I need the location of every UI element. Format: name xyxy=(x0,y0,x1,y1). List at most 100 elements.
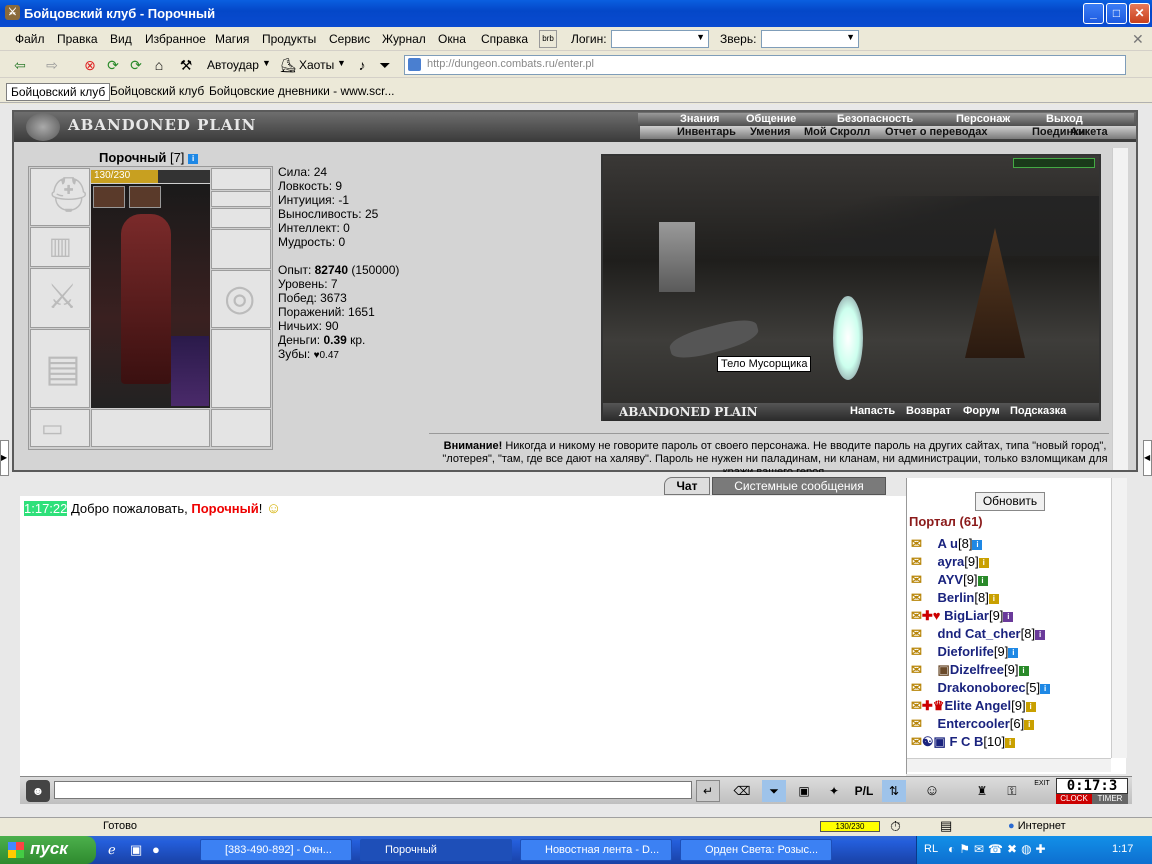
sound-icon[interactable]: ♪ xyxy=(352,55,372,75)
task-order[interactable]: Орден Света: Розыс... xyxy=(680,839,832,861)
tab-chat[interactable]: Чат xyxy=(664,477,710,495)
info-icon[interactable]: i xyxy=(972,539,983,550)
leggings-slot[interactable] xyxy=(211,329,271,408)
helmet-slot[interactable]: ⛑ xyxy=(30,168,90,226)
filter-icon[interactable]: ⏷ xyxy=(762,780,786,802)
autostrike-button[interactable]: Автоудар xyxy=(207,58,259,72)
info-icon[interactable]: i xyxy=(978,557,989,568)
hint-link[interactable]: Подсказка xyxy=(1010,405,1066,417)
weapon-slot[interactable]: ⚔ xyxy=(30,268,90,328)
pet-icon[interactable] xyxy=(171,336,209,406)
whisper-icon[interactable]: ✉ xyxy=(911,716,922,731)
refresh-all-icon[interactable]: ⟳ xyxy=(126,55,146,75)
task-game[interactable]: Порочный xyxy=(360,839,512,861)
link-diaries[interactable]: Бойцовские дневники - www.scr... xyxy=(205,83,399,101)
bag-icon[interactable]: ♜ xyxy=(970,780,994,802)
info-icon[interactable]: i xyxy=(188,153,199,164)
menu-journal[interactable]: Журнал xyxy=(382,32,426,46)
stop-icon[interactable]: ⊗ xyxy=(80,55,100,75)
close-button[interactable]: ✕ xyxy=(1129,3,1150,24)
quicklaunch-desktop-icon[interactable]: ▣ xyxy=(130,842,142,858)
eraser-icon[interactable]: ⌫ xyxy=(730,780,754,802)
brb-icon[interactable]: brb xyxy=(539,30,557,48)
login-select[interactable]: ▼ xyxy=(611,30,709,48)
clan-icon[interactable]: ✚♥ xyxy=(922,608,941,623)
whisper-icon[interactable]: ✉ xyxy=(911,608,922,623)
info-icon[interactable]: i xyxy=(1008,647,1019,658)
smiles-icon[interactable]: ☺ xyxy=(920,780,944,802)
language-indicator[interactable]: RL xyxy=(924,843,938,855)
effect-icon[interactable] xyxy=(129,186,161,208)
nav-exit[interactable]: Выход xyxy=(1046,113,1083,126)
info-icon[interactable]: i xyxy=(1018,665,1029,676)
nav-profile[interactable]: Анкета xyxy=(1070,126,1108,139)
menu-service[interactable]: Сервис xyxy=(329,32,370,46)
return-link[interactable]: Возврат xyxy=(906,405,951,417)
lock-icon[interactable]: ⚿ xyxy=(1000,780,1024,802)
info-icon[interactable]: i xyxy=(1035,629,1046,640)
whisper-icon[interactable]: ✉ xyxy=(911,572,922,587)
clock-label[interactable]: CLOCK xyxy=(1056,794,1092,804)
info-icon[interactable]: i xyxy=(1025,701,1036,712)
whisper-icon[interactable]: ✉ xyxy=(911,590,922,605)
menu-magic[interactable]: Магия xyxy=(215,32,249,46)
menu-help[interactable]: Справка xyxy=(481,32,528,46)
user-list-hscrollbar[interactable] xyxy=(907,758,1111,772)
menu-products[interactable]: Продукты xyxy=(262,32,316,46)
whisper-icon[interactable]: ✉ xyxy=(911,680,922,695)
nav-my-scroll[interactable]: Мой Скролл xyxy=(804,126,870,139)
tray-icons[interactable]: ◐⚑✉☎✖◍✚ xyxy=(948,842,1050,856)
effect-icon[interactable] xyxy=(93,186,125,208)
whisper-icon[interactable]: ✉ xyxy=(911,662,922,677)
right-collapse-arrow-icon[interactable]: ◀ xyxy=(1143,440,1152,476)
clan-icon[interactable]: ▣ xyxy=(938,662,950,677)
chaos-button[interactable]: Хаоты xyxy=(299,58,334,72)
dropdown-arrow-icon[interactable]: ▼ xyxy=(337,58,346,68)
nav-character[interactable]: Персонаж xyxy=(956,113,1010,126)
left-collapse-arrow-icon[interactable]: ▶ xyxy=(0,440,9,476)
tab-system-messages[interactable]: Системные сообщения xyxy=(712,477,886,495)
link-fight-club-1[interactable]: Бойцовский клуб xyxy=(6,83,111,101)
menu-view[interactable]: Вид xyxy=(110,32,132,46)
refresh-button[interactable]: Обновить xyxy=(975,492,1045,511)
rune-slots[interactable] xyxy=(91,409,210,447)
nav-security[interactable]: Безопасность xyxy=(837,113,913,126)
timer-label[interactable]: TIMER xyxy=(1092,794,1128,804)
clan-icon[interactable]: ✚♛ xyxy=(922,698,945,713)
refresh-icon[interactable]: ⟳ xyxy=(103,55,123,75)
walk-icon[interactable]: ✦ xyxy=(822,780,846,802)
close-bar-icon[interactable]: ✕ xyxy=(1132,31,1144,48)
nav-communication[interactable]: Общение xyxy=(746,113,796,126)
quicklaunch-ie-icon[interactable]: ℯ xyxy=(108,842,116,858)
attack-link[interactable]: Напасть xyxy=(850,405,895,417)
dropdown-arrow-icon[interactable]: ▼ xyxy=(262,58,271,68)
info-icon[interactable]: i xyxy=(1003,611,1014,622)
menu-file[interactable]: Файл xyxy=(15,32,45,46)
nav-transfer-report[interactable]: Отчет о переводах xyxy=(885,126,988,139)
portal-icon[interactable] xyxy=(833,296,863,380)
belt-slot[interactable]: ▭ xyxy=(30,409,90,447)
home-icon[interactable]: ⌂ xyxy=(149,55,169,75)
quicklaunch-media-icon[interactable]: ● xyxy=(152,842,160,857)
boots-slot[interactable] xyxy=(211,409,271,447)
link-fight-club-2[interactable]: Бойцовский клуб xyxy=(106,83,208,101)
rings-slot[interactable] xyxy=(211,208,271,228)
nav-inventory[interactable]: Инвентарь xyxy=(677,126,736,139)
maximize-button[interactable]: □ xyxy=(1106,3,1127,24)
chat-time[interactable]: 1:17:22 xyxy=(24,501,68,516)
forum-link[interactable]: Форум xyxy=(963,405,1000,417)
earrings-slot[interactable] xyxy=(211,168,271,190)
task-news[interactable]: Новостная лента - D... xyxy=(520,839,672,861)
forward-icon[interactable]: ⇨ xyxy=(42,55,62,75)
send-icon[interactable]: ↵ xyxy=(696,780,720,802)
amulet-slot[interactable] xyxy=(211,191,271,207)
gloves-slot[interactable] xyxy=(211,229,271,269)
chat-nick[interactable]: Порочный xyxy=(191,501,258,516)
whisper-icon[interactable]: ✉ xyxy=(911,554,922,569)
menu-edit[interactable]: Правка xyxy=(57,32,98,46)
info-icon[interactable]: i xyxy=(1005,737,1016,748)
info-icon[interactable]: i xyxy=(977,575,988,586)
chat-mode-icon[interactable]: ☻ xyxy=(26,780,50,802)
beast-select[interactable]: ▼ xyxy=(761,30,859,48)
top-scrollbar[interactable] xyxy=(1112,148,1128,470)
